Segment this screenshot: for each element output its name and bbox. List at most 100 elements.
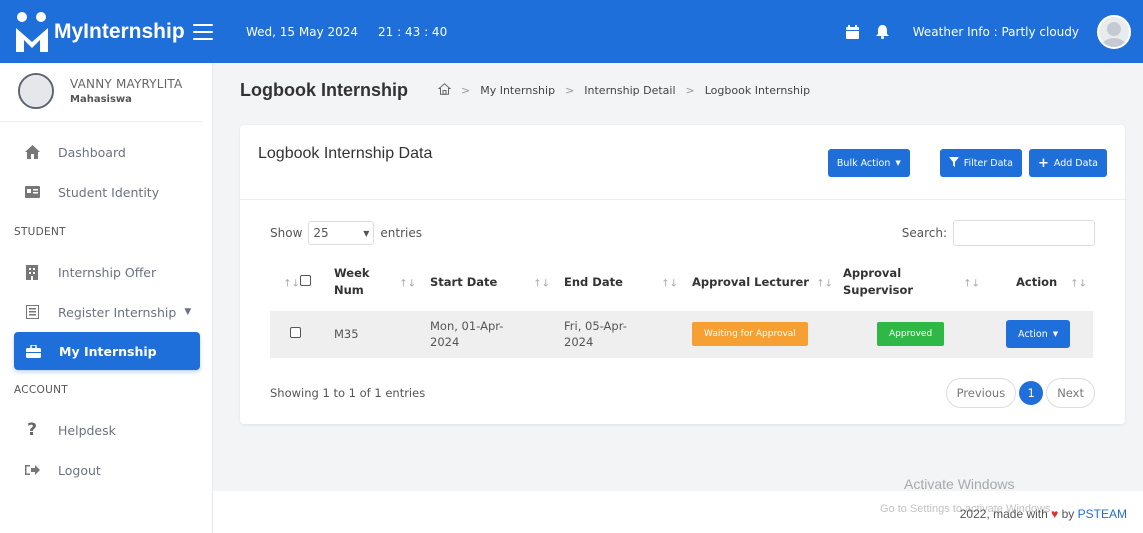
row-select-cell xyxy=(270,309,326,358)
card-title: Logbook Internship Data xyxy=(258,145,433,162)
table-header-row: ↑↓ Week Num ↑↓ Start Date ↑↓ End Date ↑↓… xyxy=(270,254,1093,310)
column-header-end-date[interactable]: End Date ↑↓ xyxy=(556,254,684,310)
row-checkbox[interactable] xyxy=(290,327,301,339)
previous-page-button[interactable]: Previous xyxy=(945,378,1017,408)
home-icon xyxy=(24,144,40,160)
card-actions: Bulk Action ▼ Filter Data + Add Data xyxy=(827,149,1107,177)
add-data-button[interactable]: + Add Data xyxy=(1028,149,1107,177)
chevron-down-icon: ▼ xyxy=(184,307,192,317)
chevron-right-icon: > xyxy=(685,84,695,97)
header-label: Start Date xyxy=(430,274,498,289)
sort-icon: ↑↓ xyxy=(399,278,416,290)
sort-icon: ↑↓ xyxy=(963,278,980,290)
page-title: Logbook Internship xyxy=(240,80,408,100)
building-icon xyxy=(24,264,40,280)
team-link[interactable]: PSTEAM xyxy=(1078,507,1127,521)
status-badge-waiting: Waiting for Approval xyxy=(692,322,808,347)
cell-start-date: Mon, 01-Apr-2024 xyxy=(422,309,556,358)
card-header: Logbook Internship Data Bulk Action ▼ Fi… xyxy=(240,125,1125,200)
cell-end-date: Fri, 05-Apr-2024 xyxy=(556,309,684,358)
status-badge-approved: Approved xyxy=(877,322,945,347)
briefcase-icon xyxy=(25,343,41,359)
sidebar-item-label: Logout xyxy=(58,462,101,478)
filter-data-button[interactable]: Filter Data xyxy=(939,149,1022,177)
bulk-action-button[interactable]: Bulk Action ▼ xyxy=(827,149,910,177)
header-label: Week Num xyxy=(334,265,370,297)
column-header-start-date[interactable]: Start Date ↑↓ xyxy=(422,254,556,310)
add-data-label: Add Data xyxy=(1053,157,1098,169)
column-header-action[interactable]: Action ↑↓ xyxy=(986,254,1093,310)
column-header-approval-lecturer[interactable]: Approval Lecturer ↑↓ xyxy=(684,254,835,310)
sidebar-item-label: Dashboard xyxy=(58,144,126,160)
sidebar-item-label: Internship Offer xyxy=(58,264,157,280)
sidebar-item-register-internship[interactable]: Register Internship ▼ xyxy=(0,292,212,332)
chevron-down-icon: ▼ xyxy=(895,159,901,167)
start-date-text: Mon, 01-Apr-2024 xyxy=(430,318,504,350)
entries-label: entries xyxy=(380,226,422,240)
breadcrumb-my-internship[interactable]: My Internship xyxy=(480,84,555,97)
search-input[interactable] xyxy=(953,220,1095,246)
plus-icon: + xyxy=(1037,155,1049,171)
bell-icon[interactable] xyxy=(875,24,891,40)
cell-approval-supervisor: Approved xyxy=(835,309,986,358)
topbar-right: Weather Info : Partly cloudy xyxy=(845,14,1143,49)
weather-info: Weather Info : Partly cloudy xyxy=(912,24,1079,39)
brand-logo-icon xyxy=(14,11,50,52)
brand[interactable]: MyInternship xyxy=(0,0,213,63)
user-avatar[interactable] xyxy=(1097,14,1131,49)
header-label: End Date xyxy=(564,274,623,289)
header-label: Approval Lecturer xyxy=(692,274,809,289)
logbook-table: ↑↓ Week Num ↑↓ Start Date ↑↓ End Date ↑↓… xyxy=(270,254,1093,358)
sidebar-item-label: My Internship xyxy=(59,343,157,359)
datetime: Wed, 15 May 2024 21 : 43 : 40 xyxy=(246,25,447,39)
breadcrumb: > My Internship > Internship Detail > Lo… xyxy=(437,83,810,98)
sidebar-item-student-identity[interactable]: Student Identity xyxy=(0,172,212,212)
copyright-prefix: 2022, made with xyxy=(959,507,1048,521)
sidebar-item-helpdesk[interactable]: ? Helpdesk xyxy=(0,410,212,450)
column-header-select[interactable]: ↑↓ xyxy=(270,254,326,310)
chevron-down-icon: ▼ xyxy=(1052,330,1059,339)
home-icon[interactable] xyxy=(437,83,452,98)
table-controls: Show 25 ▼ entries Search: xyxy=(240,200,1125,250)
sidebar: VANNY MAYRYLITA Mahasiswa Dashboard Stud… xyxy=(0,63,213,533)
sidebar-item-my-internship[interactable]: My Internship xyxy=(14,332,200,370)
windows-watermark: Activate Windows xyxy=(904,476,1015,492)
entries-select[interactable]: 25 ▼ xyxy=(308,221,375,245)
page-1-button[interactable]: 1 xyxy=(1019,381,1044,405)
row-action-button[interactable]: Action ▼ xyxy=(1006,320,1071,349)
current-time: 21 : 43 : 40 xyxy=(378,24,448,39)
table-row: M35 Mon, 01-Apr-2024 Fri, 05-Apr-2024 Wa… xyxy=(270,309,1093,358)
sort-icon: ↑↓ xyxy=(816,278,833,290)
end-date-text: Fri, 05-Apr-2024 xyxy=(564,318,627,350)
profile-role: Mahasiswa xyxy=(70,94,132,105)
heart-icon: ♥ xyxy=(1051,507,1059,521)
entries-value: 25 xyxy=(313,226,329,240)
column-header-approval-supervisor[interactable]: Approval Supervisor ↑↓ xyxy=(835,254,986,310)
brand-name: MyInternship xyxy=(54,19,185,43)
card-footer: Showing 1 to 1 of 1 entries Previous 1 N… xyxy=(240,358,1125,408)
bulk-action-label: Bulk Action xyxy=(836,157,891,169)
select-all-checkbox[interactable] xyxy=(299,274,311,286)
sidebar-item-logout[interactable]: Logout xyxy=(0,450,212,490)
copyright-by: by xyxy=(1061,507,1075,521)
copyright: 2022, made with ♥ by PSTEAM xyxy=(960,507,1127,521)
header-label: Action xyxy=(1016,274,1058,289)
next-page-button[interactable]: Next xyxy=(1046,378,1095,408)
sidebar-item-internship-offer[interactable]: Internship Offer xyxy=(0,252,212,292)
search-label: Search: xyxy=(901,226,947,240)
sidebar-item-dashboard[interactable]: Dashboard xyxy=(0,132,212,172)
filter-icon xyxy=(948,156,959,170)
menu-toggle-icon[interactable] xyxy=(192,23,213,40)
logbook-card: Logbook Internship Data Bulk Action ▼ Fi… xyxy=(240,125,1125,424)
cell-week-num: M35 xyxy=(326,309,422,358)
current-date: Wed, 15 May 2024 xyxy=(246,24,359,39)
nav-section-student: STUDENT xyxy=(14,226,66,238)
search-wrap: Search: xyxy=(902,220,1095,246)
calendar-icon[interactable] xyxy=(845,24,861,40)
column-header-week-num[interactable]: Week Num ↑↓ xyxy=(326,254,422,310)
id-card-icon xyxy=(24,184,40,200)
sidebar-item-label: Student Identity xyxy=(58,184,160,200)
chevron-right-icon: > xyxy=(565,84,575,97)
breadcrumb-internship-detail[interactable]: Internship Detail xyxy=(584,84,675,97)
cell-approval-lecturer: Waiting for Approval xyxy=(684,309,835,358)
